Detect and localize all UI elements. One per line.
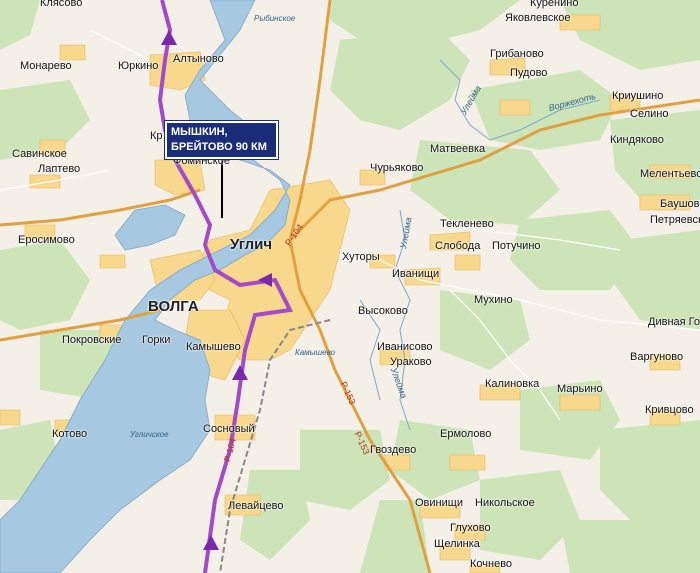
village-label-krivtsovo: Кривцово — [645, 404, 694, 416]
village-label-pokrovskie: Покровские — [62, 334, 122, 346]
village-label-altynovo: Алтыново — [173, 53, 224, 65]
map-canvas — [0, 0, 700, 573]
village-label-klyasovo: Клясово — [40, 0, 83, 9]
village-label-vysokovo: Высоково — [358, 305, 408, 317]
village-label-kr: Кр — [150, 130, 163, 142]
water-label-rybinskoe: Рыбинское — [254, 14, 296, 23]
village-label-kalinovka: Калиновка — [485, 378, 540, 390]
village-label-yakovlevskoe: Яковлевское — [505, 12, 571, 24]
village-label-divnaya-gora: Дивная Го — [648, 316, 700, 328]
village-label-nikolskoe: Никольское — [475, 497, 535, 509]
village-label-pudovo: Пудово — [510, 67, 548, 79]
village-label-erosimovo: Еросимово — [18, 234, 75, 246]
village-label-petryaevskoe: Петряевское — [650, 214, 700, 226]
rail-label-kamyshevo: Камышево — [295, 348, 336, 357]
village-label-ivanishchi: Иванищи — [392, 268, 440, 280]
village-label-sosnovy: Сосновый — [203, 423, 255, 435]
village-label-kriushino: Криушино — [612, 90, 664, 102]
village-label-ovinishchi: Овинищи — [415, 497, 463, 509]
river-label-volga: ВОЛГА — [148, 298, 199, 315]
village-label-selino: Селино — [630, 108, 669, 120]
village-label-gvozdevo: Гвоздево — [370, 444, 417, 456]
village-label-vargunovo: Варгуново — [630, 351, 684, 363]
village-label-kindyakovo: Киндяково — [610, 134, 664, 146]
village-label-baushovo: Баушово — [660, 198, 700, 210]
village-label-churyakovo: Чурьяково — [370, 162, 424, 174]
village-label-maryino: Марьино — [557, 383, 603, 395]
village-label-kurenino: Куренино — [530, 0, 579, 9]
village-label-gribanovo: Грибаново — [490, 48, 544, 60]
village-label-teklenevo: Текленево — [440, 218, 494, 230]
village-label-kamyshevo: Камышево — [186, 341, 241, 353]
village-label-ermolovo: Ермолово — [440, 428, 492, 440]
village-label-glukhovo: Глухово — [450, 522, 491, 534]
village-label-sloboda: Слобода — [435, 240, 481, 252]
water-label-uglichskoe: Угличское — [130, 430, 169, 439]
village-label-ivanisovo: Иванисово — [377, 341, 433, 353]
village-label-yurkino: Юркино — [118, 60, 159, 72]
village-label-melentevo: Мелентьево — [640, 168, 700, 180]
village-label-gorki: Горки — [142, 334, 171, 346]
village-label-khutory: Хуторы — [342, 251, 380, 263]
route-sign: МЫШКИН, БРЕЙТОВО 90 КМ — [165, 121, 278, 159]
village-label-kotovo: Котово — [52, 428, 88, 440]
route-sign-line2: БРЕЙТОВО 90 КМ — [171, 141, 267, 153]
route-sign-line1: МЫШКИН, — [171, 126, 228, 138]
village-label-savinskoe: Савинское — [12, 148, 67, 160]
village-label-laptevo: Лаптево — [38, 163, 81, 175]
village-label-kochnevo: Кочнево — [470, 558, 513, 570]
village-label-matveevka: Матвеевка — [430, 143, 486, 155]
city-label-uglich: Углич — [230, 236, 273, 253]
village-label-shchelinka: Щелинка — [434, 538, 480, 550]
map-view[interactable]: Клясово Куренино Яковлевское Монарево Юр… — [0, 0, 700, 573]
village-label-monarevo: Монарево — [20, 60, 72, 72]
village-label-mukhino: Мухино — [474, 294, 513, 306]
village-label-levaytsevo: Левайцево — [228, 500, 284, 512]
village-label-potuchino: Потучино — [492, 240, 541, 252]
